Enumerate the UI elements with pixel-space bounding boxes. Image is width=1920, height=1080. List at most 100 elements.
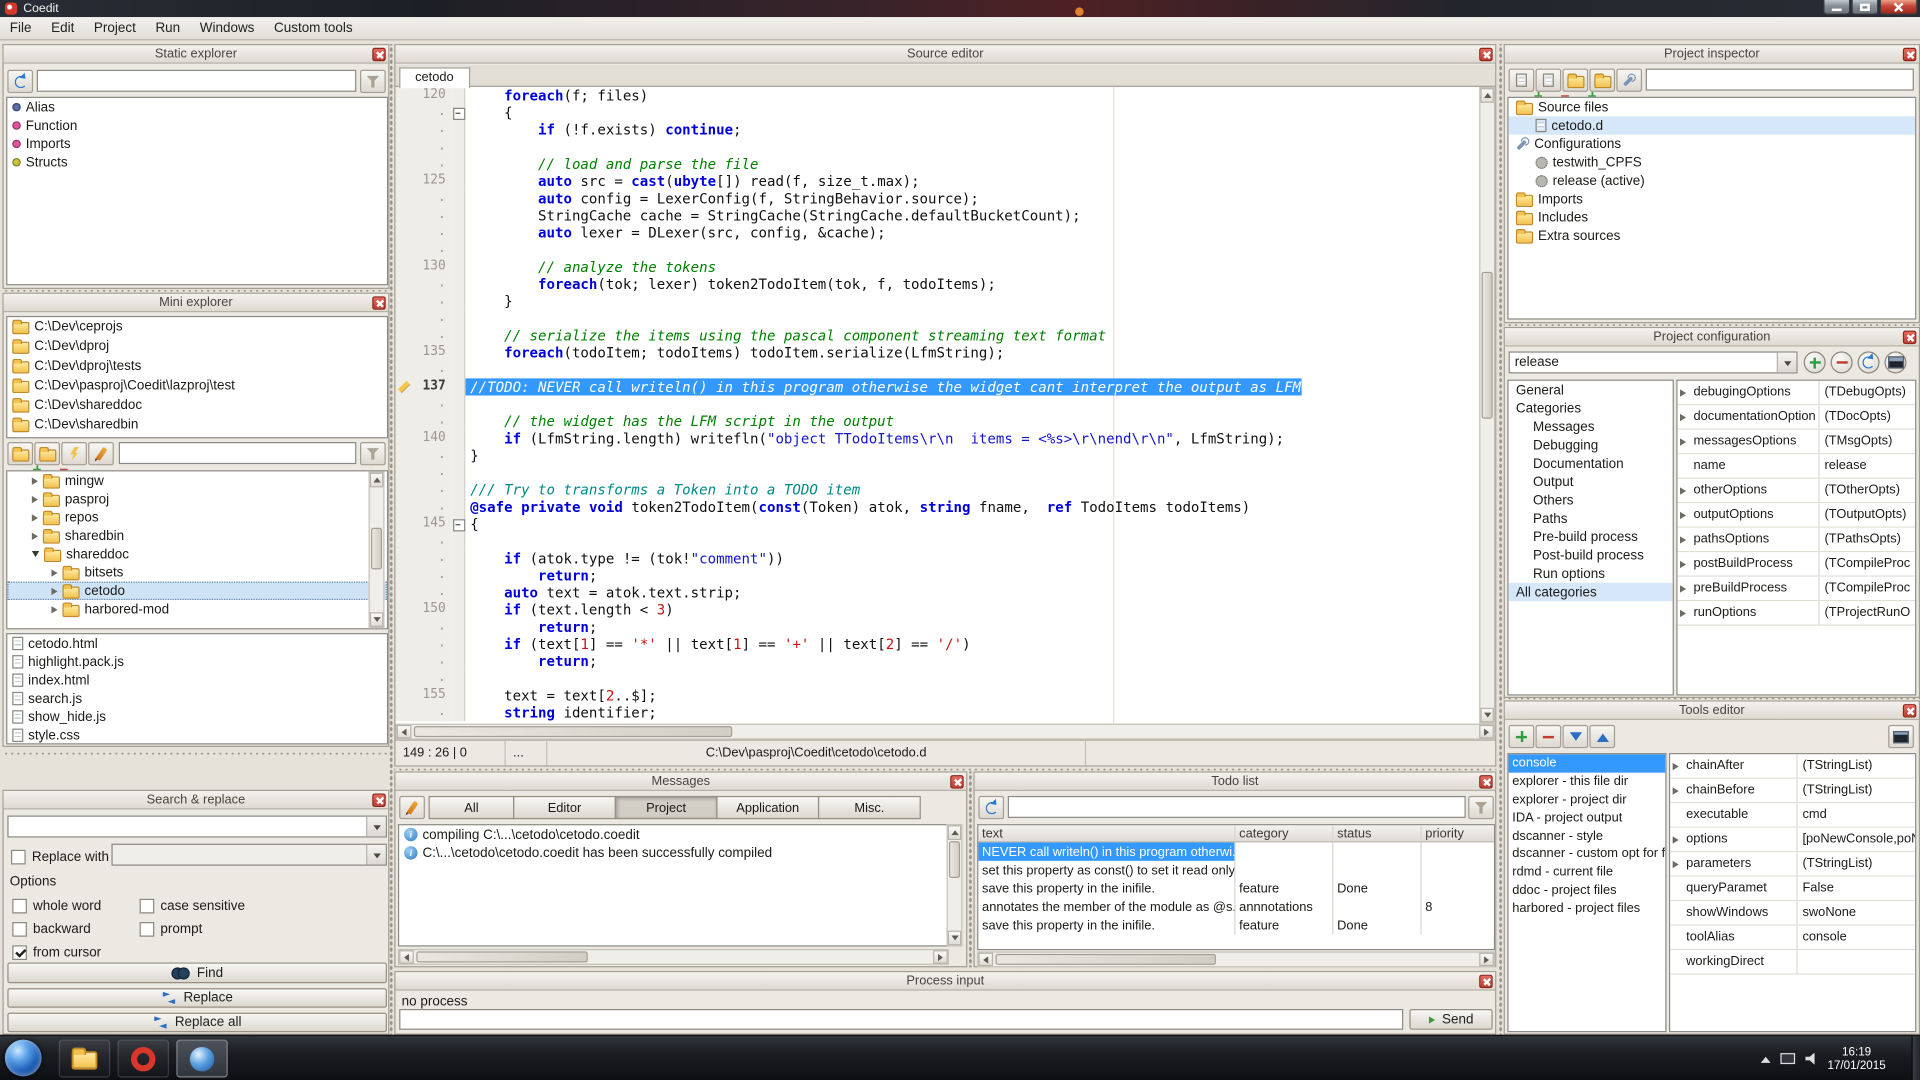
scroll-down-icon[interactable] [948, 931, 961, 946]
scrollbar-thumb[interactable] [414, 726, 732, 737]
tray-expand-icon[interactable] [1761, 1051, 1771, 1062]
code-line[interactable]: . // serialize the items using the pasca… [396, 327, 1480, 344]
property-row[interactable]: chainAfter(TStringList) [1670, 754, 1915, 778]
add-favorite-button[interactable] [7, 442, 33, 465]
expand-icon[interactable] [1678, 503, 1693, 526]
config-category[interactable]: All categories [1509, 583, 1673, 601]
tool-item[interactable]: dscanner - custom opt for file [1509, 845, 1666, 863]
search-term-combo[interactable] [7, 816, 387, 838]
todo-column-header[interactable]: status [1333, 825, 1421, 841]
folder-button[interactable] [1589, 69, 1615, 92]
symbol-item[interactable]: Alias [7, 98, 387, 116]
symbol-item[interactable]: Structs [7, 153, 387, 171]
property-value[interactable]: (TStringList) [1798, 754, 1916, 777]
close-button[interactable] [1880, 0, 1918, 15]
maximize-button[interactable] [1851, 0, 1878, 15]
property-row[interactable]: pathsOptions(TPathsOpts) [1678, 528, 1916, 552]
config-category[interactable]: General [1509, 381, 1673, 399]
checkbox-from-cursor[interactable]: from cursor [12, 940, 139, 963]
scrollbar-thumb[interactable] [371, 528, 382, 570]
clone-config-button[interactable] [1858, 351, 1880, 373]
file-item[interactable]: index.html [7, 671, 387, 689]
horizontal-scrollbar[interactable] [977, 951, 1495, 967]
filter-button[interactable] [1468, 796, 1494, 819]
favorite-folder-item[interactable]: C:\Dev\sharedbin [7, 415, 387, 435]
todo-row[interactable]: set this property as const() to set it r… [978, 861, 1494, 879]
inspector-item[interactable]: Source files [1509, 98, 1916, 116]
property-value[interactable]: (TMsgOpts) [1820, 430, 1916, 453]
inspector-item[interactable]: Configurations [1509, 135, 1916, 153]
splitter[interactable] [389, 44, 393, 1035]
replace-with-checkbox[interactable]: Replace with [11, 845, 109, 868]
splitter[interactable] [2, 752, 389, 756]
config-category[interactable]: Run options [1509, 564, 1673, 582]
property-value[interactable]: (TOutputOpts) [1820, 503, 1916, 526]
scrollbar-thumb[interactable] [1482, 272, 1493, 419]
code-line[interactable]: 120 foreach(f; files) [396, 87, 1480, 104]
favorite-folder-item[interactable]: C:\Dev\dproj [7, 337, 387, 357]
remove-favorite-button[interactable] [34, 442, 60, 465]
property-row[interactable]: chainBefore(TStringList) [1670, 779, 1915, 803]
code-editor[interactable]: 120 foreach(f; files). {. if (!f.exists)… [396, 87, 1496, 724]
menu-item-file[interactable]: File [0, 17, 41, 39]
chevron-right-icon[interactable] [32, 532, 38, 539]
config-category[interactable]: Categories [1509, 399, 1673, 417]
chevron-right-icon[interactable] [51, 606, 57, 613]
property-value[interactable]: (TCompileProc [1820, 577, 1916, 600]
symbol-filter-input[interactable] [37, 70, 357, 92]
send-button[interactable]: Send [1409, 1009, 1492, 1030]
expand-icon[interactable] [1678, 479, 1693, 502]
expand-icon[interactable] [1670, 828, 1685, 851]
explorer-tree-item[interactable]: pasproj [7, 490, 387, 508]
close-panel-icon[interactable] [1479, 48, 1492, 61]
file-item[interactable]: cetodo.html [7, 634, 387, 652]
remove-tool-button[interactable] [1536, 725, 1562, 748]
replace-button[interactable]: Replace [7, 988, 387, 1008]
property-row[interactable]: toolAliasconsole [1670, 926, 1915, 950]
refresh-symbols-button[interactable] [7, 70, 33, 93]
config-category[interactable]: Debugging [1509, 436, 1673, 454]
close-panel-icon[interactable] [372, 48, 385, 61]
expand-icon[interactable] [1670, 754, 1685, 777]
checkbox[interactable] [11, 849, 26, 864]
checkbox-box[interactable] [140, 898, 155, 913]
property-row[interactable]: workingDirect [1670, 950, 1915, 974]
tool-item[interactable]: explorer - this file dir [1509, 772, 1666, 790]
scroll-up-icon[interactable] [1480, 88, 1493, 103]
property-row[interactable]: parameters(TStringList) [1670, 852, 1915, 876]
edit-button[interactable] [88, 442, 114, 465]
property-row[interactable]: showWindowsswoNone [1670, 901, 1915, 925]
add-tool-button[interactable] [1509, 725, 1535, 748]
expand-icon[interactable] [1678, 381, 1693, 404]
code-line[interactable]: . [396, 396, 1480, 413]
show-desktop-button[interactable] [1911, 1036, 1920, 1080]
scroll-up-icon[interactable] [948, 825, 961, 840]
favorite-folder-item[interactable]: C:\Dev\pasproj\Coedit\lazproj\test [7, 376, 387, 396]
configuration-button[interactable] [1616, 69, 1642, 92]
close-panel-icon[interactable] [1479, 775, 1492, 788]
inspector-item[interactable]: Includes [1509, 208, 1916, 226]
vertical-scrollbar[interactable] [947, 824, 963, 946]
todo-filter-input[interactable] [1008, 796, 1466, 818]
code-line[interactable]: 125 auto src = cast(ubyte[]) read(f, siz… [396, 173, 1480, 190]
property-value[interactable]: (TStringList) [1798, 852, 1916, 875]
splitter[interactable] [1499, 44, 1503, 1035]
chevron-right-icon[interactable] [51, 587, 57, 594]
favorite-folder-item[interactable]: C:\Dev\dproj\tests [7, 356, 387, 376]
code-line[interactable]: . [396, 670, 1480, 687]
config-category[interactable]: Messages [1509, 418, 1673, 436]
property-value[interactable]: swoNone [1798, 901, 1916, 924]
code-line[interactable]: . { [396, 104, 1480, 121]
chevron-right-icon[interactable] [32, 477, 38, 484]
checkbox-prompt[interactable]: prompt [140, 917, 336, 940]
todo-row[interactable]: NEVER call writeln() in this program oth… [978, 842, 1494, 860]
scroll-left-icon[interactable] [397, 725, 412, 738]
config-category[interactable]: Documentation [1509, 454, 1673, 472]
tool-item[interactable]: harbored - project files [1509, 899, 1666, 917]
chevron-right-icon[interactable] [32, 495, 38, 502]
minimize-button[interactable] [1823, 0, 1850, 15]
taskbar-active-app-button[interactable] [176, 1040, 227, 1078]
filter-button[interactable] [360, 442, 386, 465]
replace-all-button[interactable]: Replace all [7, 1013, 387, 1033]
explorer-tree-item[interactable]: harbored-mod [7, 600, 387, 618]
